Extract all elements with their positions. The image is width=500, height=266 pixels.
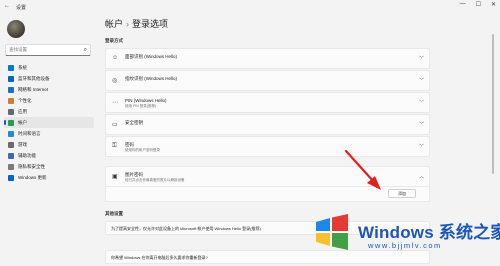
chevron-down-icon[interactable]: ﹀ [419, 121, 424, 128]
watermark: Windows 系统之家 www.bjjmlv.com [306, 204, 500, 262]
gaming-icon [8, 141, 14, 148]
sidebar-item-label: 个性化 [18, 97, 32, 103]
sidebar-item-label: 系统 [18, 64, 27, 70]
signin-option-card[interactable]: ⚿ 密码 使用你的帐户密码登录 ﹀ [105, 136, 430, 157]
signin-option-card[interactable]: ◎ 指纹识别 (Windows Hello) ﹀ [105, 70, 430, 91]
privacy-icon [8, 163, 14, 170]
sidebar-item-label: 蓝牙和其他设备 [18, 75, 50, 81]
sidebar-item-label: 游戏 [18, 141, 27, 147]
section-signin-label: 登录方式 [105, 38, 123, 43]
breadcrumb: 帐户 › 登录选项 [105, 17, 168, 30]
picture-password-expanded: 添加 [105, 187, 430, 202]
sidebar-item-label: 帐户 [18, 119, 27, 125]
windows-logo-icon [316, 214, 348, 250]
avatar[interactable] [7, 20, 25, 38]
sidebar-item[interactable]: 系统 [4, 62, 94, 73]
signin-option-title: 指纹识别 (Windows Hello) [125, 76, 178, 81]
signin-option-card[interactable]: ▣ 图片密码 轻扫并点击你最喜爱的照片以解锁设备 ︿ [105, 166, 430, 187]
signin-option-card[interactable]: ☺ 面部识别 (Windows Hello) ﹀ [105, 48, 430, 69]
signin-option-subtitle: 使用你的帐户密码登录 [125, 148, 160, 152]
maximize-icon[interactable]: ☐ [476, 1, 481, 8]
signin-option-card[interactable]: ⋯ PIN (Windows Hello) 使用 PIN 登录(推荐) ﹀ [105, 92, 430, 113]
minimize-icon[interactable]: — [460, 1, 466, 8]
sidebar-item[interactable]: 帐户 [4, 117, 94, 128]
chevron-up-icon[interactable]: ︿ [419, 173, 424, 180]
system-icon [8, 64, 14, 71]
watermark-url: www.bjjmlv.com [368, 241, 442, 250]
sidebar-item[interactable]: 游戏 [4, 139, 94, 150]
search-placeholder: 查找设置 [9, 47, 27, 52]
sidebar-nav: 系统蓝牙和其他设备 网络和 Internet 个性化应用帐户时间和语言游戏辅助功能隐… [4, 62, 94, 183]
sidebar: 查找设置 ⌕ 系统蓝牙和其他设备 网络和 Internet 个性化应用帐户时间和语言… [0, 14, 96, 266]
password-icon: ⚿ [112, 143, 117, 149]
sidebar-item-label: 时间和语言 [18, 130, 41, 136]
sidebar-item[interactable]: 隐私和安全性 [4, 161, 94, 172]
face-icon: ☺ [112, 55, 119, 61]
chevron-down-icon[interactable]: ﹀ [419, 55, 424, 62]
close-icon[interactable]: ✕ [491, 1, 496, 8]
accounts-icon [8, 119, 14, 126]
signin-option-card[interactable]: ▭ 安全密钥 ﹀ [105, 114, 430, 135]
fingerprint-icon: ◎ [112, 78, 118, 84]
signin-option-title: 安全密钥 [125, 120, 143, 125]
title-bar: ← 设置 — ☐ ✕ [0, 0, 500, 14]
security-key-icon: ▭ [112, 122, 118, 128]
signin-option-subtitle: 使用 PIN 登录(推荐) [125, 104, 157, 108]
sidebar-item[interactable]: 个性化 [4, 95, 94, 106]
network-icon [8, 86, 14, 93]
update-icon [8, 174, 14, 181]
apps-icon [8, 108, 14, 115]
personalization-icon [8, 97, 14, 104]
sidebar-item[interactable]: 蓝牙和其他设备 [4, 73, 94, 84]
add-button[interactable]: 添加 [388, 189, 416, 198]
app-title: 设置 [16, 5, 27, 11]
chevron-down-icon[interactable]: ﹀ [419, 77, 424, 84]
search-input[interactable]: 查找设置 ⌕ [5, 44, 91, 56]
accessibility-icon [8, 152, 14, 159]
bluetooth-icon [8, 75, 14, 82]
breadcrumb-parent[interactable]: 帐户 [105, 19, 123, 29]
sidebar-item[interactable]: Windows 更新 [4, 172, 94, 183]
sidebar-item-label: 应用 [18, 108, 27, 114]
sidebar-item[interactable]: 辅助功能 [4, 150, 94, 161]
search-icon: ⌕ [83, 47, 87, 53]
sidebar-item[interactable]: 时间和语言 [4, 128, 94, 139]
picture-password-icon: ▣ [112, 174, 118, 180]
sidebar-item[interactable]: 应用 [4, 106, 94, 117]
sidebar-item-label: 辅助功能 [18, 152, 36, 158]
time-language-icon [8, 130, 14, 137]
signin-option-title: 面部识别 (Windows Hello) [125, 54, 178, 59]
signin-option-title: PIN (Windows Hello) [125, 98, 167, 103]
sidebar-item[interactable]: 网络和 Internet [4, 84, 94, 95]
sidebar-item-label: 隐私和安全性 [18, 163, 45, 169]
sidebar-item-label: Windows 更新 [18, 174, 47, 180]
scrollbar[interactable] [492, 34, 494, 174]
pin-icon: ⋯ [112, 100, 118, 106]
section-extra-label: 其他设置 [105, 211, 123, 216]
watermark-brand: Windows 系统之家 [358, 223, 500, 242]
signin-option-subtitle: 轻扫并点击你最喜爱的照片以解锁设备 [125, 178, 185, 182]
page-title: 登录选项 [132, 19, 169, 29]
window-controls: — ☐ ✕ [460, 1, 496, 8]
chevron-down-icon[interactable]: ﹀ [419, 143, 424, 150]
back-arrow-icon[interactable]: ← [4, 3, 10, 9]
sidebar-item-label: 网络和 Internet [18, 86, 49, 92]
chevron-down-icon[interactable]: ﹀ [419, 99, 424, 106]
breadcrumb-separator: › [126, 19, 130, 29]
